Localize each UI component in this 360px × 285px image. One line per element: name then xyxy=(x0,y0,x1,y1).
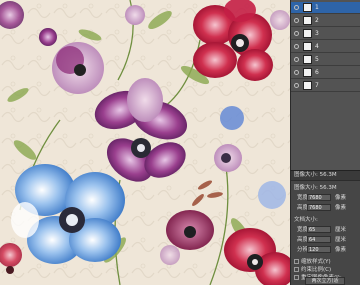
doc-width-unit[interactable]: 厘米 xyxy=(335,225,346,235)
visibility-eye-icon[interactable] xyxy=(294,31,299,36)
visibility-eye-icon[interactable] xyxy=(294,5,299,10)
layer-name: 3 xyxy=(315,30,319,37)
layer-row[interactable]: 3 xyxy=(291,28,360,40)
layer-row[interactable]: 6 xyxy=(291,67,360,79)
width-unit[interactable]: 像素 xyxy=(335,193,346,203)
layer-name: 2 xyxy=(315,17,319,24)
layer-thumbnail xyxy=(303,55,312,64)
layer-name: 7 xyxy=(315,82,319,89)
visibility-eye-icon[interactable] xyxy=(294,18,299,23)
resample-method-dropdown[interactable]: 两次立方(适 xyxy=(305,277,345,285)
resample-checkbox[interactable] xyxy=(294,275,299,280)
layers-panel[interactable]: 1 2 3 4 5 6 7 xyxy=(290,0,360,170)
doc-height-input[interactable]: 64 xyxy=(307,236,331,243)
layer-row[interactable]: 7 xyxy=(291,80,360,92)
visibility-eye-icon[interactable] xyxy=(294,70,299,75)
layer-thumbnail xyxy=(303,68,312,77)
layer-thumbnail xyxy=(303,16,312,25)
height-input[interactable]: 7680 xyxy=(307,204,331,211)
document-size-label: 文档大小: xyxy=(294,217,318,223)
layer-thumbnail xyxy=(303,3,312,12)
layer-name: 4 xyxy=(315,43,319,50)
layer-name: 1 xyxy=(315,4,319,11)
height-unit[interactable]: 像素 xyxy=(335,203,346,213)
layer-row[interactable]: 4 xyxy=(291,41,360,53)
layer-thumbnail xyxy=(303,81,312,90)
layer-name: 5 xyxy=(315,56,319,63)
layer-thumbnail xyxy=(303,29,312,38)
layer-thumbnail xyxy=(303,42,312,51)
pixel-dimensions-label: 图像大小: 56.3M xyxy=(294,185,337,191)
width-input[interactable]: 7680 xyxy=(307,194,331,201)
resolution-input[interactable]: 120 xyxy=(307,246,331,253)
floral-artwork xyxy=(0,0,290,285)
scale-styles-checkbox[interactable] xyxy=(294,259,299,264)
layer-row[interactable]: 5 xyxy=(291,54,360,66)
layer-row[interactable]: 2 xyxy=(291,15,360,27)
resolution-unit[interactable]: 像素 xyxy=(335,245,346,255)
constrain-proportions-checkbox[interactable] xyxy=(294,267,299,272)
layer-name: 6 xyxy=(315,69,319,76)
document-canvas[interactable] xyxy=(0,0,290,285)
doc-width-input[interactable]: 65 xyxy=(307,226,331,233)
dialog-title: 图像大小: 56.3M xyxy=(291,171,360,181)
visibility-eye-icon[interactable] xyxy=(294,57,299,62)
doc-height-unit[interactable]: 厘米 xyxy=(335,235,346,245)
image-size-dialog[interactable]: 图像大小: 56.3M 图像大小: 56.3M 宽度: 7680 像素 高度: … xyxy=(290,170,360,285)
visibility-eye-icon[interactable] xyxy=(294,44,299,49)
layer-row[interactable]: 1 xyxy=(291,2,360,14)
visibility-eye-icon[interactable] xyxy=(294,83,299,88)
